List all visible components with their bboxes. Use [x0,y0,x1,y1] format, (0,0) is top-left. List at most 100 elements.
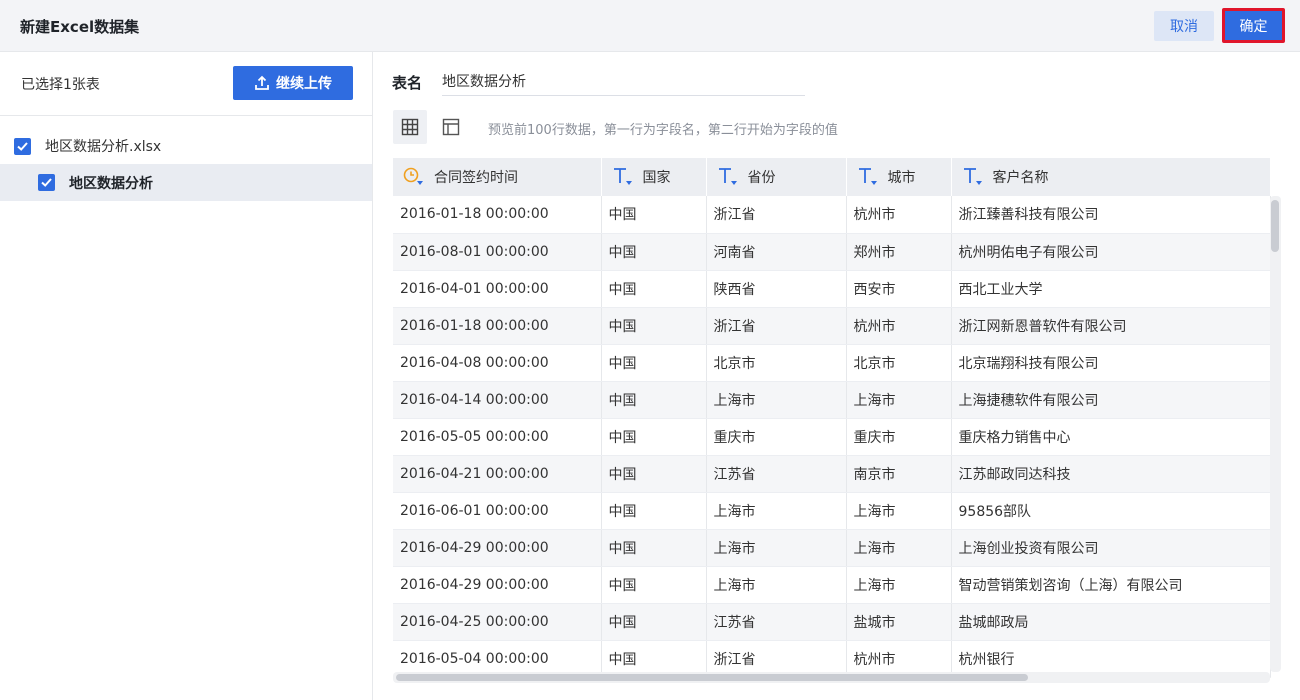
table-cell: 中国 [601,196,707,234]
tree-item-file[interactable]: 地区数据分析.xlsx [0,129,372,163]
column-header[interactable]: 国家 [601,158,707,196]
table-cell: 上海创业投资有限公司 [951,529,1271,567]
table-cell: 江苏省 [706,455,847,493]
text-type-icon[interactable] [856,166,880,188]
table-cell: 西安市 [846,270,952,308]
column-label: 省份 [747,170,776,186]
text-type-icon[interactable] [716,166,740,188]
table-cell: 重庆格力销售中心 [951,418,1271,456]
table-cell: 重庆市 [706,418,847,456]
table-cell: 中国 [601,492,707,530]
table-cell: 2016-04-01 00:00:00 [393,270,602,308]
layout-icon [442,118,460,136]
table-cell: 西北工业大学 [951,270,1271,308]
table-cell: 陕西省 [706,270,847,308]
table-cell: 上海市 [706,566,847,604]
tree-item-sheet[interactable]: 地区数据分析 [0,164,372,201]
column-header[interactable]: 省份 [706,158,847,196]
table-cell: 2016-04-21 00:00:00 [393,455,602,493]
selected-count: 已选择1张表 [21,77,100,93]
preview-hint: 预览前100行数据，第一行为字段名，第二行开始为字段的值 [488,123,838,138]
sheet-name: 地区数据分析 [69,175,153,192]
table-cell: 上海市 [846,381,952,419]
sidebar-divider [0,115,372,116]
column-header[interactable]: 合同签约时间 [393,158,602,196]
column-label: 国家 [642,170,671,186]
check-icon [41,178,52,187]
column-header[interactable]: 城市 [846,158,952,196]
column-label: 合同签约时间 [434,170,518,186]
table-cell: 2016-04-29 00:00:00 [393,566,602,604]
table-row: 2016-04-21 00:00:00 中国 江苏省 南京市 江苏邮政同达科技 [393,455,1271,493]
column-label: 城市 [887,170,916,186]
table-cell: 2016-01-18 00:00:00 [393,307,602,345]
table-name-input[interactable] [442,66,805,96]
table-row: 2016-01-18 00:00:00 中国 浙江省 杭州市 浙江臻善科技有限公司 [393,196,1271,234]
table-cell: 盐城邮政局 [951,603,1271,641]
table-cell: 2016-04-29 00:00:00 [393,529,602,567]
table-cell: 中国 [601,529,707,567]
table-cell: 2016-04-08 00:00:00 [393,344,602,382]
table-cell: 上海市 [706,529,847,567]
upload-icon [255,75,269,90]
text-type-icon[interactable] [961,166,985,188]
date-type-icon[interactable] [402,166,426,188]
table-cell: 浙江省 [706,196,847,234]
table-row: 2016-04-14 00:00:00 中国 上海市 上海市 上海捷穗软件有限公司 [393,381,1271,419]
table-cell: 2016-06-01 00:00:00 [393,492,602,530]
table-cell: 上海市 [706,492,847,530]
table-cell: 盐城市 [846,603,952,641]
file-checkbox[interactable] [14,137,31,155]
table-cell: 2016-04-14 00:00:00 [393,381,602,419]
table-cell: 上海捷穗软件有限公司 [951,381,1271,419]
table-cell: 中国 [601,270,707,308]
table-cell: 上海市 [846,566,952,604]
horizontal-scroll-thumb[interactable] [396,674,1028,681]
table-cell: 浙江省 [706,307,847,345]
column-header[interactable]: 客户名称 [951,158,1271,196]
table-cell: 中国 [601,603,707,641]
vertical-scroll-thumb[interactable] [1271,200,1279,252]
table-cell: 智动营销策划咨询（上海）有限公司 [951,566,1271,604]
table-cell: 中国 [601,344,707,382]
grid-view-button[interactable] [393,110,427,144]
table-cell: 95856部队 [951,492,1271,530]
table-cell: 重庆市 [846,418,952,456]
table-cell: 2016-05-05 00:00:00 [393,418,602,456]
cancel-button[interactable]: 取消 [1154,11,1214,41]
upload-label: 继续上传 [276,76,332,92]
column-label: 客户名称 [992,170,1049,186]
table-cell: 江苏邮政同达科技 [951,455,1271,493]
dialog-header: 新建Excel数据集 取消 确定 [0,0,1300,52]
table-cell: 2016-01-18 00:00:00 [393,196,602,234]
layout-view-button[interactable] [434,110,468,144]
sheet-checkbox[interactable] [38,174,55,191]
table-row: 2016-04-25 00:00:00 中国 江苏省 盐城市 盐城邮政局 [393,603,1271,641]
table-cell: 2016-08-01 00:00:00 [393,233,602,271]
table-row: 2016-08-01 00:00:00 中国 河南省 郑州市 杭州明佑电子有限公司 [393,233,1271,271]
table-cell: 杭州市 [846,196,952,234]
file-name: 地区数据分析.xlsx [45,139,162,155]
text-type-icon[interactable] [611,166,635,188]
table-cell: 中国 [601,566,707,604]
table-row: 2016-06-01 00:00:00 中国 上海市 上海市 95856部队 [393,492,1271,530]
table-cell: 河南省 [706,233,847,271]
confirm-button[interactable]: 确定 [1222,8,1285,43]
table-cell: 浙江臻善科技有限公司 [951,196,1271,234]
table-row: 2016-04-29 00:00:00 中国 上海市 上海市 智动营销策划咨询（上海）有… [393,566,1271,604]
table-cell: 郑州市 [846,233,952,271]
table-row: 2016-05-05 00:00:00 中国 重庆市 重庆市 重庆格力销售中心 [393,418,1271,456]
vertical-scrollbar[interactable] [1270,196,1281,672]
grid-icon [401,118,419,136]
check-icon [17,141,28,151]
continue-upload-button[interactable]: 继续上传 [233,66,353,100]
table-cell: 杭州市 [846,307,952,345]
table-cell: 南京市 [846,455,952,493]
table-cell: 中国 [601,307,707,345]
table-cell: 北京市 [846,344,952,382]
preview-table: 合同签约时间 国家 省份 城市 客户名称 2016-01-18 00:00:00 中国 浙江… [393,158,1283,683]
table-cell: 上海市 [846,492,952,530]
table-row: 2016-01-18 00:00:00 中国 浙江省 杭州市 浙江网新恩普软件有限公司 [393,307,1271,345]
dialog-title: 新建Excel数据集 [20,18,140,36]
table-header-row: 合同签约时间 国家 省份 城市 客户名称 [393,158,1271,196]
